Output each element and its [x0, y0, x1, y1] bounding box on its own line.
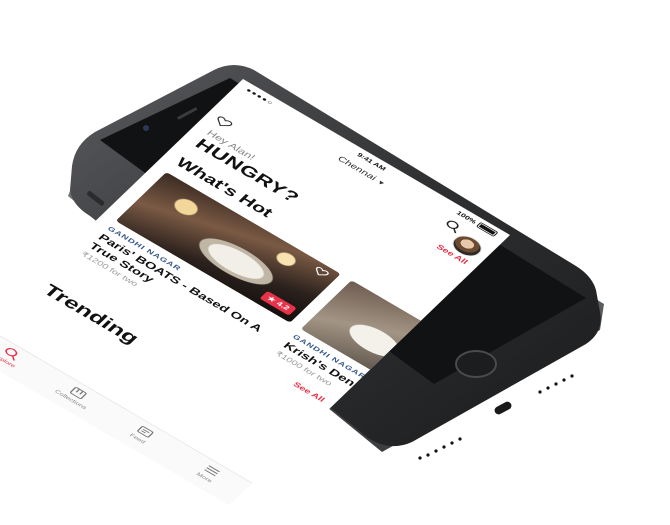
- chevron-down-icon: ▼: [375, 178, 387, 188]
- heart-icon[interactable]: [312, 266, 331, 279]
- mockup-stage: ●●●●○ 9:41 AM 100% Chennai▼ See All Hey …: [0, 0, 670, 525]
- home-button[interactable]: [455, 350, 497, 378]
- lightning-port: [494, 401, 512, 415]
- front-camera: [143, 125, 149, 131]
- heart-icon[interactable]: [213, 115, 235, 130]
- section-title-trending: Trending: [38, 281, 144, 348]
- rating-badge: ★ 4.2: [259, 290, 297, 316]
